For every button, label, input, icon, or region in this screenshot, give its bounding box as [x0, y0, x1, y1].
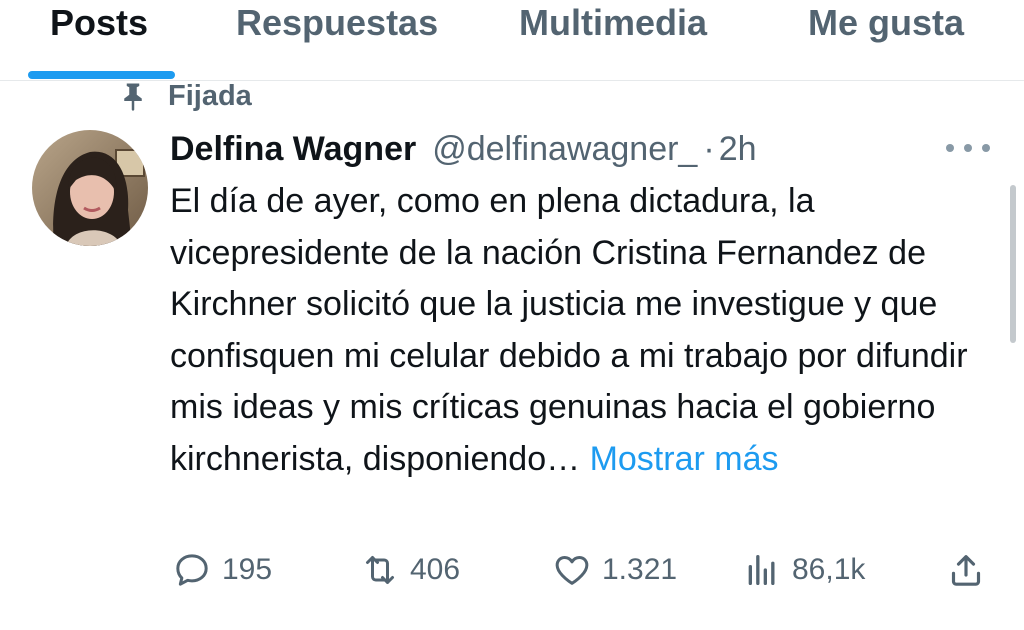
tab-multimedia[interactable]: Multimedia — [519, 0, 707, 80]
reply-count: 195 — [222, 553, 273, 586]
share-icon — [951, 555, 981, 586]
like-count: 1.321 — [602, 553, 678, 586]
user-handle[interactable]: @delfinawagner_ — [432, 130, 697, 169]
reply-button[interactable]: 195 — [172, 545, 272, 595]
like-button[interactable]: 1.321 — [552, 545, 677, 595]
repost-icon — [366, 556, 394, 584]
scrollbar[interactable] — [1010, 185, 1016, 343]
repost-count: 406 — [410, 553, 461, 586]
views-button[interactable]: 86,1k — [742, 545, 865, 595]
profile-tabs: Posts Respuestas Multimedia Me gusta — [0, 0, 1024, 81]
tab-posts[interactable]: Posts — [50, 0, 148, 80]
tweet-actions: 195 406 1.321 86,1k — [0, 545, 1024, 595]
views-icon — [748, 555, 775, 585]
show-more-link[interactable]: Mostrar más — [590, 440, 779, 478]
pinned-indicator: Fijada — [118, 78, 252, 114]
more-icon[interactable] — [946, 130, 990, 166]
timestamp[interactable]: 2h — [719, 130, 757, 169]
tweet-text: El día de ayer, como en plena dictadura,… — [170, 176, 1000, 485]
repost-button[interactable]: 406 — [360, 545, 460, 595]
avatar[interactable] — [32, 130, 148, 246]
views-count: 86,1k — [792, 553, 866, 586]
separator-dot: · — [703, 129, 715, 168]
like-icon — [555, 556, 589, 585]
reply-icon — [176, 554, 208, 586]
tweet-body: El día de ayer, como en plena dictadura,… — [170, 182, 968, 478]
display-name[interactable]: Delfina Wagner — [170, 130, 416, 169]
pin-icon — [124, 83, 142, 111]
tab-respuestas[interactable]: Respuestas — [236, 0, 438, 80]
tab-me-gusta[interactable]: Me gusta — [808, 0, 964, 80]
avatar-image — [32, 130, 148, 246]
share-button[interactable] — [946, 545, 986, 595]
tweet-header: Delfina Wagner @delfinawagner_ · 2h — [170, 127, 757, 171]
pinned-label: Fijada — [168, 79, 252, 112]
